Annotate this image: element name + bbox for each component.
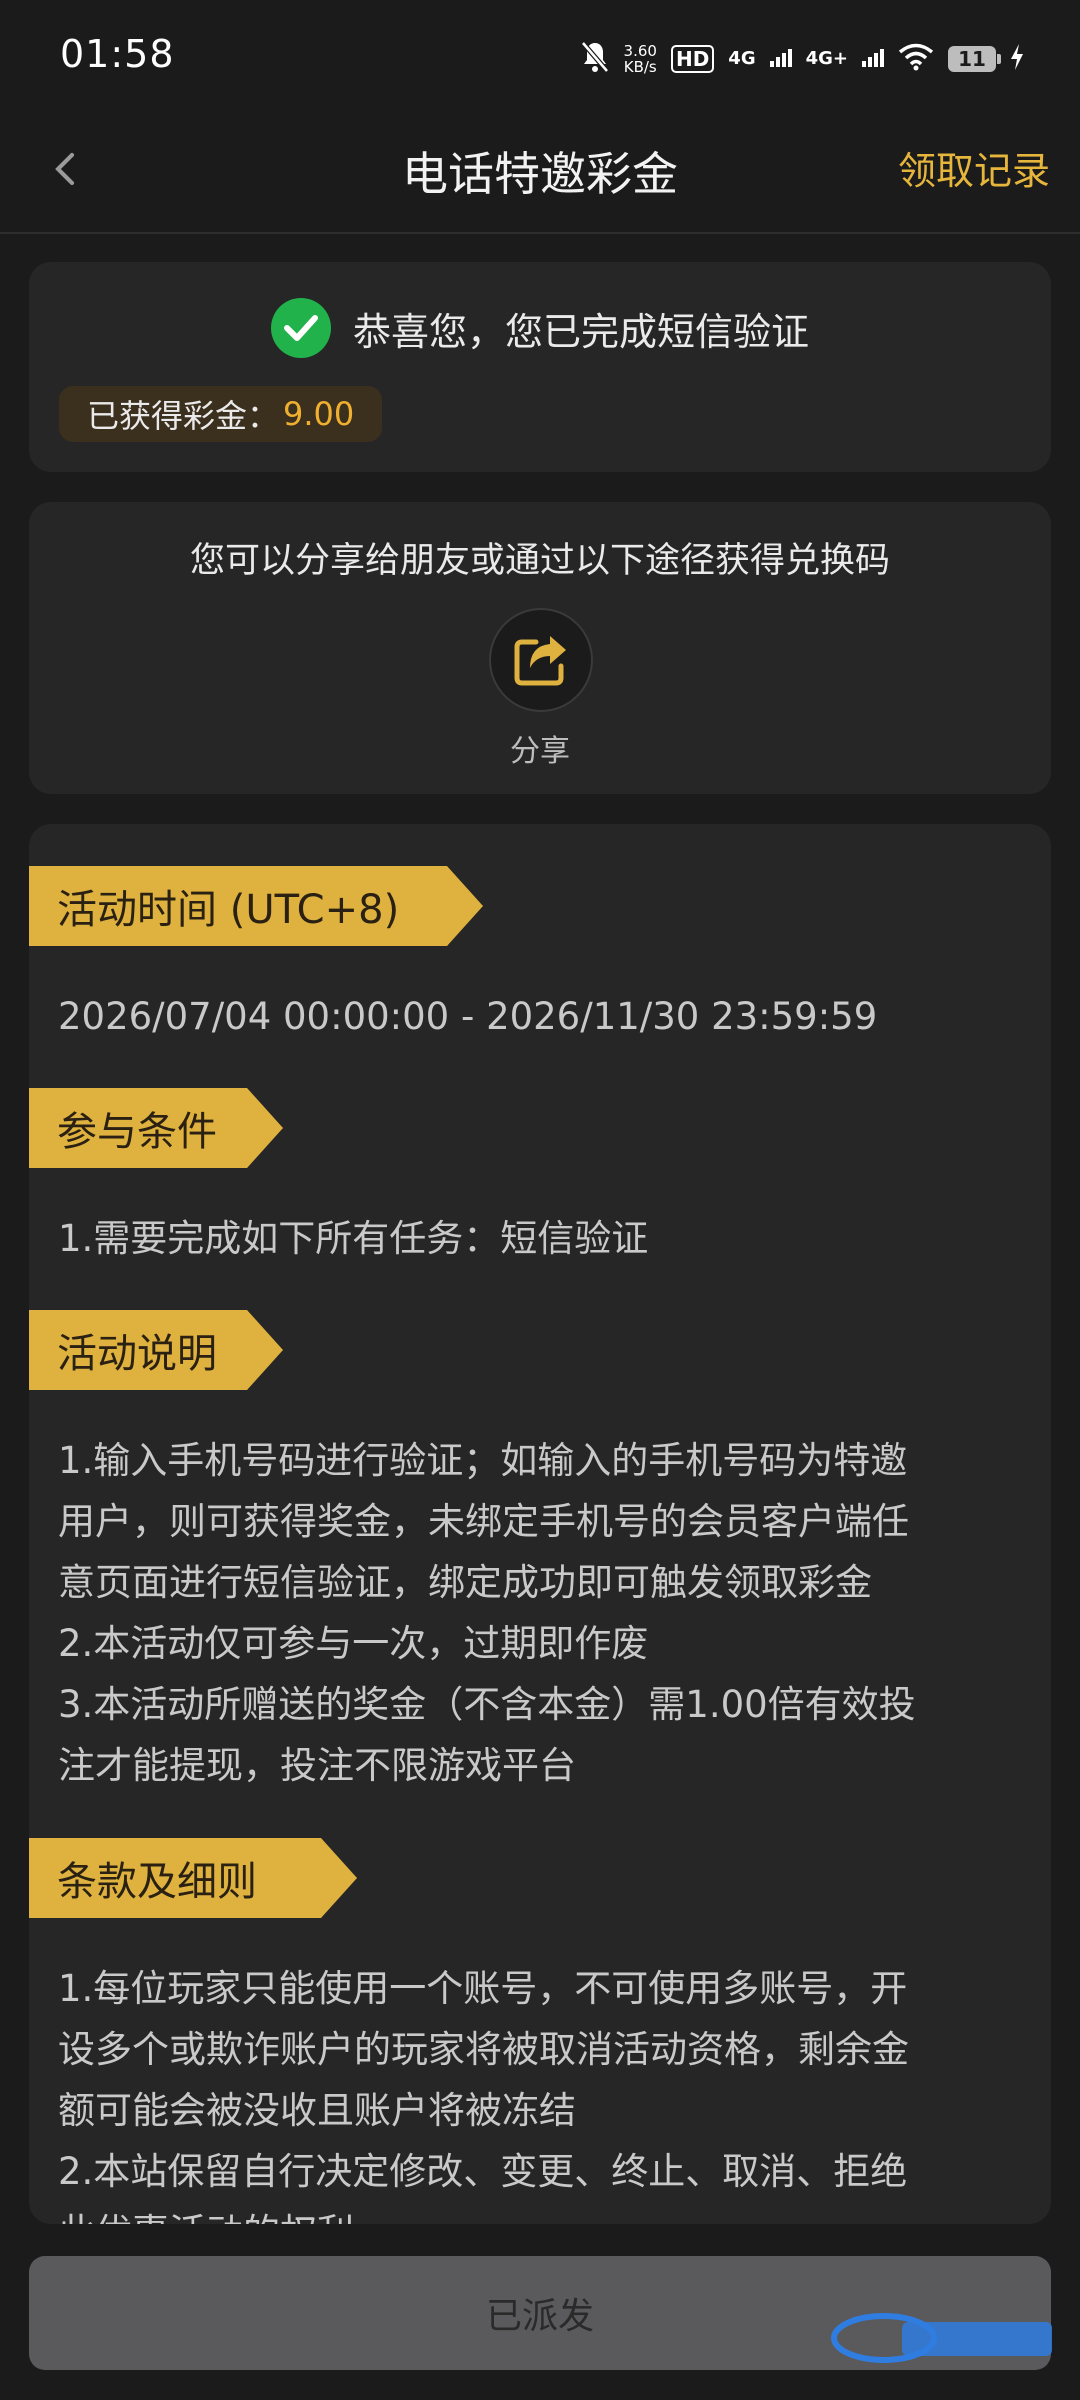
bonus-badge: 已获得彩金： 9.00 — [59, 386, 383, 442]
mute-bell-icon — [580, 40, 610, 78]
check-circle-icon — [270, 298, 331, 358]
status-icons: 3.60 KB/s HD 4G 4G+ 11 — [580, 34, 1024, 84]
description-line: 意页面进行短信验证，绑定成功即可触发领取彩金 — [58, 1561, 872, 1604]
terms-line: 额可能会被没收且账户将被冻结 — [58, 2089, 576, 2132]
verification-message: 恭喜您，您已完成短信验证 — [352, 309, 809, 354]
community-logo-watermark — [831, 2313, 1052, 2363]
section-tag-activity-time: 活动时间 (UTC+8) — [29, 866, 483, 946]
terms-line: 1.每位玩家只能使用一个账号，不可使用多账号，开 — [58, 1967, 908, 2010]
share-intro-text: 您可以分享给朋友或通过以下途径获得兑换码 — [189, 541, 890, 581]
description-line: 注才能提现，投注不限游戏平台 — [58, 1744, 576, 1787]
wifi-icon — [898, 43, 934, 75]
description-line: 用户，则可获得奖金，未绑定手机号的会员客户端任 — [58, 1500, 909, 1543]
claim-record-link[interactable]: 领取记录 — [898, 140, 1050, 195]
share-label: 分享 — [510, 734, 570, 769]
activity-time-body: 2026/07/04 00:00:00 - 2026/11/30 23:59:5… — [58, 986, 1038, 1047]
charging-icon — [1010, 44, 1024, 74]
description-line: 1.输入手机号码进行验证；如输入的手机号码为特邀 — [58, 1439, 908, 1482]
status-time: 01:58 — [60, 32, 175, 76]
activity-time-range: 2026/07/04 00:00:00 - 2026/11/30 23:59:5… — [58, 995, 878, 1038]
network-speed: 3.60 KB/s — [623, 42, 657, 76]
section-tag-conditions: 参与条件 — [29, 1088, 283, 1168]
hd-voice-icon: HD — [670, 45, 715, 73]
condition-line: 1.需要完成如下所有任务：短信验证 — [58, 1217, 649, 1260]
battery-icon: 11 — [948, 46, 1001, 72]
section-tag-terms: 条款及细则 — [29, 1838, 357, 1918]
signal-4g-plus-icon: 4G+ — [805, 48, 848, 69]
header-bar: 电话特邀彩金 领取记录 — [0, 110, 1080, 234]
description-body: 1.输入手机号码进行验证；如输入的手机号码为特邀 用户，则可获得奖金，未绑定手机… — [58, 1430, 1038, 1796]
share-button[interactable] — [489, 608, 593, 712]
share-card: 您可以分享给朋友或通过以下途径获得兑换码 分享 — [29, 502, 1051, 794]
verification-card: 恭喜您，您已完成短信验证 已获得彩金： 9.00 — [29, 262, 1051, 472]
section-tag-description: 活动说明 — [29, 1310, 283, 1390]
share-icon — [514, 636, 566, 686]
signal-bars-icon — [862, 47, 884, 71]
signal-4g-icon: 4G — [728, 48, 756, 69]
signal-bars-icon — [769, 47, 792, 71]
terms-line: 2.本站保留自行决定修改、变更、终止、取消、拒绝 — [58, 2150, 908, 2193]
terms-line: 此优惠活动的权利 — [58, 2202, 1038, 2224]
status-bar: 01:58 3.60 KB/s HD 4G 4G+ 11 — [0, 0, 1080, 110]
bonus-label: 已获得彩金： — [87, 397, 280, 435]
verification-status: 恭喜您，您已完成短信验证 — [29, 298, 1051, 358]
description-line: 2.本活动仅可参与一次，过期即作废 — [58, 1622, 649, 1665]
description-line: 3.本活动所赠送的奖金（不含本金）需1.00倍有效投 — [58, 1683, 916, 1726]
conditions-body: 1.需要完成如下所有任务：短信验证 — [58, 1208, 1038, 1269]
terms-line: 设多个或欺诈账户的玩家将被取消活动资格，剩余金 — [58, 2028, 909, 2071]
bonus-amount: 9.00 — [283, 395, 355, 433]
terms-body: 1.每位玩家只能使用一个账号，不可使用多账号，开 设多个或欺诈账户的玩家将被取消… — [58, 1958, 1038, 2224]
rules-card: 活动时间 (UTC+8) 2026/07/04 00:00:00 - 2026/… — [29, 824, 1051, 2224]
